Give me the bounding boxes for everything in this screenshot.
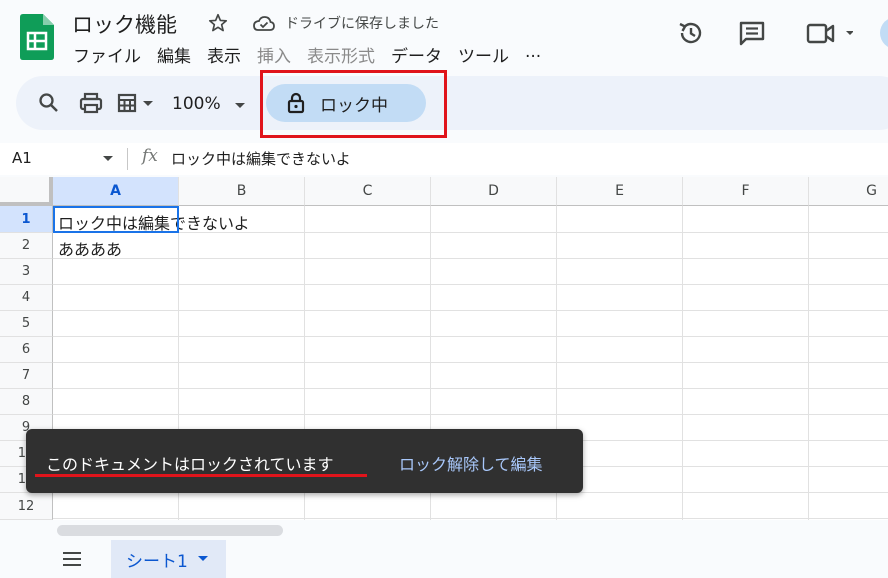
- grid-line: [53, 310, 888, 311]
- column-header-a[interactable]: A: [53, 177, 179, 206]
- unlock-and-edit-button[interactable]: ロック解除して編集: [399, 451, 543, 475]
- annotation-underline: [35, 474, 367, 477]
- sheets-logo-icon[interactable]: [20, 14, 54, 60]
- column-header-g[interactable]: G: [809, 177, 888, 206]
- menu-tools[interactable]: ツール: [458, 42, 509, 67]
- paint-format-icon[interactable]: [116, 90, 160, 116]
- zoom-select[interactable]: 100%: [172, 94, 221, 114]
- select-all-corner[interactable]: [0, 177, 53, 206]
- meet-video-icon[interactable]: [805, 20, 853, 48]
- chevron-down-icon[interactable]: [197, 554, 209, 564]
- comment-icon[interactable]: [737, 18, 767, 48]
- formula-bar: [0, 143, 888, 175]
- grid-line: [53, 284, 888, 285]
- column-header-b[interactable]: B: [179, 177, 305, 206]
- search-icon[interactable]: [36, 90, 62, 116]
- column-header-d[interactable]: D: [431, 177, 557, 206]
- row-header-7[interactable]: 7: [0, 363, 53, 389]
- menu-bar: ファイル 編集 表示 挿入 表示形式 データ ツール ...: [73, 42, 557, 67]
- menu-more[interactable]: ...: [525, 42, 541, 66]
- column-header-c[interactable]: C: [305, 177, 431, 206]
- menu-format[interactable]: 表示形式: [307, 42, 375, 67]
- chevron-down-icon[interactable]: [233, 99, 247, 113]
- document-title[interactable]: ロック機能: [72, 9, 177, 39]
- grid-line: [53, 336, 888, 337]
- row-header-1[interactable]: 1: [0, 206, 53, 233]
- menu-view[interactable]: 表示: [207, 42, 241, 67]
- row-header-4[interactable]: 4: [0, 285, 53, 311]
- fx-icon: fx: [142, 146, 158, 166]
- row-header-8[interactable]: 8: [0, 389, 53, 415]
- print-icon[interactable]: [78, 90, 104, 116]
- toolbar: [16, 76, 888, 130]
- row-header-6[interactable]: 6: [0, 337, 53, 363]
- grid-line: [53, 362, 888, 363]
- all-sheets-menu-icon[interactable]: [62, 551, 82, 567]
- menu-file[interactable]: ファイル: [73, 42, 141, 67]
- grid-line: [53, 388, 888, 389]
- row-header-2[interactable]: 2: [0, 233, 53, 259]
- history-icon[interactable]: [676, 18, 706, 48]
- cell-a2[interactable]: ああああ: [58, 236, 122, 260]
- horizontal-scrollbar[interactable]: [57, 525, 283, 536]
- menu-insert[interactable]: 挿入: [257, 42, 291, 67]
- formula-input[interactable]: ロック中は編集できないよ: [171, 148, 351, 169]
- column-header-f[interactable]: F: [683, 177, 809, 206]
- row-header-5[interactable]: 5: [0, 311, 53, 337]
- row-header-3[interactable]: 3: [0, 259, 53, 285]
- sheet-tab-1[interactable]: シート1: [111, 540, 226, 578]
- menu-edit[interactable]: 編集: [157, 42, 191, 67]
- name-box[interactable]: A1: [12, 149, 32, 167]
- menu-data[interactable]: データ: [391, 42, 442, 67]
- star-icon[interactable]: [207, 12, 229, 34]
- grid-line: [682, 206, 683, 520]
- snackbar-message: このドキュメントはロックされています: [46, 455, 334, 474]
- chevron-down-icon[interactable]: [102, 154, 114, 164]
- active-cell-outline: [53, 206, 179, 233]
- grid-line: [808, 206, 809, 520]
- annotation-highlight-box: [260, 70, 447, 138]
- sheet-tab-label: シート1: [126, 551, 188, 572]
- grid-line: [53, 518, 888, 519]
- cloud-saved-icon[interactable]: [252, 13, 276, 33]
- formula-divider: [127, 148, 128, 170]
- grid-line: [53, 414, 888, 415]
- column-header-e[interactable]: E: [557, 177, 683, 206]
- save-status: ドライブに保存しました: [285, 16, 439, 32]
- row-header-12[interactable]: 12: [0, 493, 53, 520]
- grid-line: [53, 258, 888, 259]
